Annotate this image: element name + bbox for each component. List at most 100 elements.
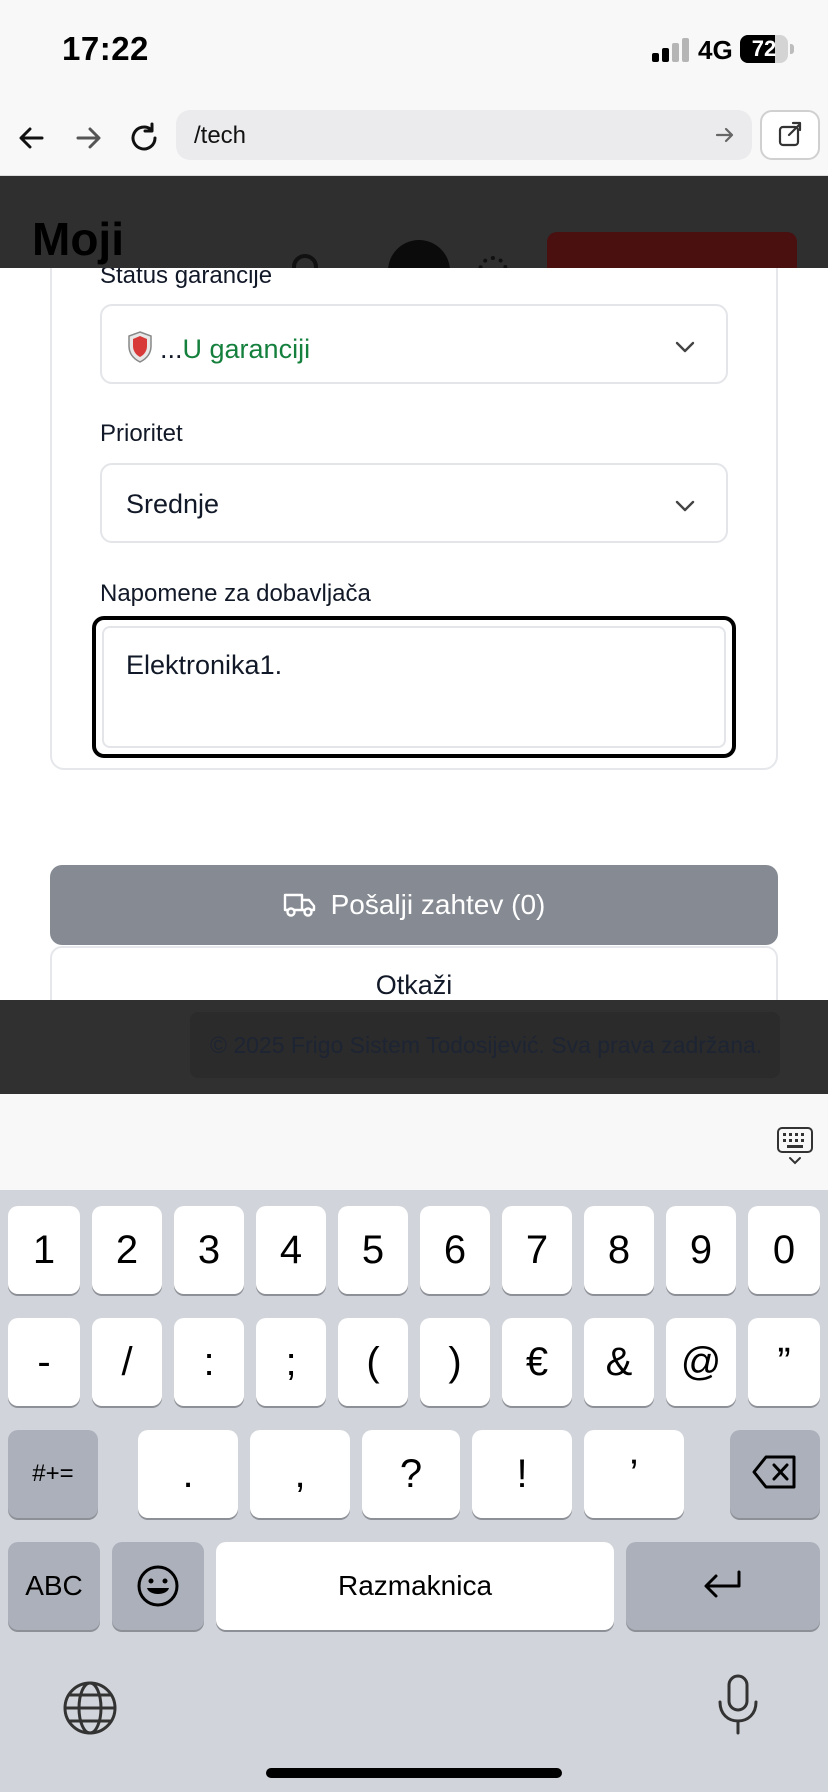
keyboard-toolbar (0, 1094, 828, 1190)
key-colon[interactable]: : (174, 1318, 244, 1406)
key-question[interactable]: ? (362, 1430, 460, 1518)
priority-label: Prioritet (100, 420, 183, 447)
key-at[interactable]: @ (666, 1318, 736, 1406)
emoji-key[interactable] (112, 1542, 204, 1630)
notes-textarea-inner: Elektronika1. (102, 626, 726, 748)
globe-icon[interactable] (62, 1680, 118, 1736)
warranty-value: ...U garanciji (126, 330, 310, 365)
key-label: . (182, 1452, 194, 1496)
url-text[interactable]: /tech (194, 122, 246, 150)
key-comma[interactable]: , (250, 1430, 350, 1518)
keyboard-dismiss-icon[interactable] (776, 1126, 814, 1166)
cancel-button-label: Otkaži (375, 970, 453, 1000)
page-footer-dimmed: © 2025 Frigo Sistem Todosijević. Sva pra… (0, 1000, 828, 1094)
go-arrow-icon[interactable] (712, 122, 738, 148)
send-button-label: Pošalji zahtev (0) (330, 889, 546, 920)
key-label: @ (680, 1340, 722, 1384)
on-screen-keyboard: 1 2 3 4 5 6 7 8 9 0 - / : ; ( ) € & @ ” … (0, 1190, 828, 1792)
chevron-down-icon (675, 500, 695, 512)
key-label: ! (516, 1452, 528, 1496)
space-key[interactable]: Razmaknica (216, 1542, 614, 1630)
send-request-button[interactable]: Pošalji zahtev (0) (50, 865, 778, 945)
key-ampersand[interactable]: & (584, 1318, 654, 1406)
status-time: 17:22 (62, 30, 149, 67)
key-label: 1 (32, 1228, 56, 1272)
key-quote[interactable]: ” (748, 1318, 820, 1406)
key-open-paren[interactable]: ( (338, 1318, 408, 1406)
external-link-icon (778, 121, 802, 147)
network-type: 4G (698, 35, 733, 65)
notes-textarea[interactable]: Elektronika1. (92, 616, 736, 758)
key-label: 5 (361, 1228, 385, 1272)
key-label: 6 (443, 1228, 467, 1272)
status-bar: 17:22 4G 72 (0, 0, 828, 100)
forward-arrow-icon[interactable] (68, 118, 108, 158)
priority-value: Srednje (126, 489, 220, 519)
key-abc[interactable]: ABC (8, 1542, 100, 1630)
key-4[interactable]: 4 (256, 1206, 326, 1294)
signal-icon (652, 38, 689, 62)
emoji-icon (137, 1565, 179, 1607)
key-euro[interactable]: € (502, 1318, 572, 1406)
key-8[interactable]: 8 (584, 1206, 654, 1294)
key-3[interactable]: 3 (174, 1206, 244, 1294)
key-label: / (121, 1340, 133, 1384)
key-2[interactable]: 2 (92, 1206, 162, 1294)
key-semicolon[interactable]: ; (256, 1318, 326, 1406)
key-period[interactable]: . (138, 1430, 238, 1518)
warranty-label: Status garancije (100, 268, 273, 289)
notes-value: Elektronika1. (126, 650, 283, 680)
key-0[interactable]: 0 (748, 1206, 820, 1294)
open-external-button[interactable] (760, 110, 820, 160)
key-6[interactable]: 6 (420, 1206, 490, 1294)
avatar (388, 240, 450, 268)
warranty-select[interactable]: ...U garanciji (100, 304, 728, 384)
key-label: ’ (629, 1452, 639, 1496)
key-label: 4 (279, 1228, 303, 1272)
truck-icon (283, 893, 315, 917)
warranty-status-text: U garanciji (182, 334, 311, 364)
key-label: - (37, 1340, 51, 1384)
key-label: 8 (607, 1228, 631, 1272)
key-label: & (605, 1340, 633, 1384)
microphone-icon[interactable] (716, 1674, 760, 1736)
page-title: Moji (32, 213, 124, 265)
key-slash[interactable]: / (92, 1318, 162, 1406)
key-1[interactable]: 1 (8, 1206, 80, 1294)
battery-cap (790, 44, 794, 54)
home-indicator (266, 1768, 562, 1778)
key-label: € (525, 1340, 549, 1384)
return-key[interactable] (626, 1542, 820, 1630)
key-label: ? (399, 1452, 423, 1496)
key-label: ” (777, 1340, 791, 1384)
cancel-button[interactable]: Otkaži (50, 946, 778, 1000)
key-label: , (294, 1452, 306, 1496)
request-form-sheet: Status garancije ...U garanciji Priorite… (0, 268, 828, 1000)
key-symbols-toggle[interactable]: #+= (8, 1430, 98, 1518)
key-5[interactable]: 5 (338, 1206, 408, 1294)
url-bar[interactable]: /tech (176, 110, 752, 160)
send-button-content: Pošalji zahtev (0) (50, 865, 778, 945)
chevron-down-icon (675, 341, 695, 353)
return-icon (704, 1570, 741, 1598)
key-exclamation[interactable]: ! (472, 1430, 572, 1518)
key-hyphen[interactable]: - (8, 1318, 80, 1406)
priority-select[interactable]: Srednje (100, 463, 728, 543)
reload-icon[interactable] (124, 118, 164, 158)
key-label: 2 (115, 1228, 139, 1272)
battery-icon: 72 (740, 35, 788, 63)
shield-icon (128, 331, 152, 363)
page-header-dimmed: Moji (0, 176, 828, 268)
back-arrow-icon[interactable] (12, 118, 52, 158)
battery-percent: 72 (751, 36, 777, 61)
key-label: ABC (25, 1570, 83, 1601)
key-label: 3 (197, 1228, 221, 1272)
key-label: #+= (32, 1460, 74, 1487)
delete-key[interactable] (730, 1430, 820, 1518)
key-label: ; (285, 1340, 297, 1384)
key-close-paren[interactable]: ) (420, 1318, 490, 1406)
key-7[interactable]: 7 (502, 1206, 572, 1294)
key-9[interactable]: 9 (666, 1206, 736, 1294)
header-action-button (547, 232, 797, 268)
key-apostrophe[interactable]: ’ (584, 1430, 684, 1518)
